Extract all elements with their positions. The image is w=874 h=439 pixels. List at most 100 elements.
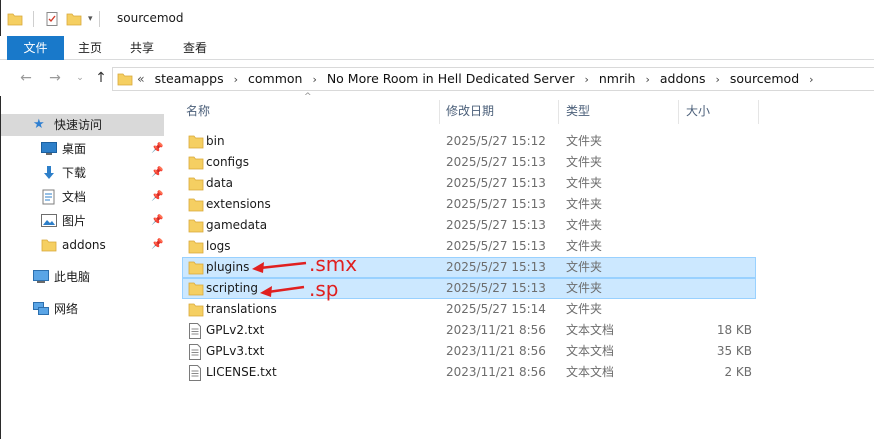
ribbon-tabs: 文件 主页 共享 查看 [0,36,874,60]
folder-icon [188,282,204,296]
customize-qat-icon[interactable]: ▾ [88,14,93,24]
pin-icon[interactable]: 📌 [151,234,163,256]
file-row-logs[interactable]: logs 2025/5/27 15:13 文件夹 [182,236,756,257]
tab-file[interactable]: 文件 [7,36,64,60]
navigation-pane: ★ 快速访问 桌面 📌 下载 📌 文档 📌 图片 📌 addons 📌 此电脑 … [0,96,170,439]
file-size: 18 KB [716,323,752,337]
file-row-gamedata[interactable]: gamedata 2025/5/27 15:13 文件夹 [182,215,756,236]
file-row-gplv2[interactable]: GPLv2.txt 2023/11/21 8:56 文本文档 18 KB [182,320,756,341]
file-name: GPLv3.txt [206,344,265,358]
file-name: extensions [206,197,271,211]
folder-icon [188,135,204,149]
sidebar-item-desktop[interactable]: 桌面 📌 [1,138,171,160]
sidebar-item-pictures[interactable]: 图片 📌 [1,210,171,232]
breadcrumb-nmrih[interactable]: nmrih [599,68,636,90]
breadcrumb-chevron-icon[interactable]: › [715,69,719,91]
file-date: 2025/5/27 15:13 [446,281,546,295]
file-date: 2025/5/27 15:13 [446,239,546,253]
file-row-bin[interactable]: bin 2025/5/27 15:12 文件夹 [182,131,756,152]
folder-icon [188,261,204,275]
file-type: 文本文档 [566,323,615,337]
download-icon [44,166,54,179]
pin-icon[interactable]: 📌 [151,162,163,184]
file-type: 文件夹 [566,239,603,253]
breadcrumb-chevron-icon[interactable]: › [584,69,588,91]
breadcrumb-nmrih-server[interactable]: No More Room in Hell Dedicated Server [327,68,575,90]
forward-arrow-icon[interactable]: → [47,70,63,86]
file-date: 2025/5/27 15:13 [446,218,546,232]
sidebar-item-addons[interactable]: addons 📌 [1,234,171,256]
tab-share[interactable]: 共享 [120,36,164,60]
file-type: 文件夹 [566,281,603,295]
sidebar-item-label: 此电脑 [54,270,91,284]
column-header-date[interactable]: 修改日期 [446,96,556,126]
column-header-size[interactable]: 大小 [686,96,756,126]
file-row-extensions[interactable]: extensions 2025/5/27 15:13 文件夹 [182,194,756,215]
file-date: 2023/11/21 8:56 [446,365,546,379]
file-date: 2025/5/27 15:12 [446,134,546,148]
breadcrumb-overflow[interactable]: « [137,68,145,90]
annotation-smx: .smx [309,252,358,276]
quick-access-toolbar: ▾ [7,9,100,29]
file-row-configs[interactable]: configs 2025/5/27 15:13 文件夹 [182,152,756,173]
tab-view[interactable]: 查看 [173,36,217,60]
text-file-icon [189,344,201,360]
file-name: LICENSE.txt [206,365,277,379]
sidebar-item-label: addons [62,238,106,252]
breadcrumb-chevron-icon[interactable]: › [234,69,238,91]
sidebar-item-label: 图片 [62,214,87,228]
star-icon: ★ [33,117,45,132]
file-row-license[interactable]: LICENSE.txt 2023/11/21 8:56 文本文档 2 KB [182,362,756,383]
file-name: bin [206,134,225,148]
file-row-gplv3[interactable]: GPLv3.txt 2023/11/21 8:56 文本文档 35 KB [182,341,756,362]
column-divider[interactable] [558,100,559,124]
pin-icon[interactable]: 📌 [151,138,163,160]
column-header-name[interactable]: 名称 [186,96,438,126]
breadcrumb-steamapps[interactable]: steamapps [155,68,224,90]
breadcrumb-chevron-icon[interactable]: › [312,69,316,91]
file-date: 2025/5/27 15:13 [446,155,546,169]
file-type: 文件夹 [566,197,603,211]
folder-icon[interactable] [7,11,23,27]
up-arrow-icon[interactable]: ↑ [93,70,109,86]
tab-home[interactable]: 主页 [68,36,112,60]
breadcrumb-sourcemod[interactable]: sourcemod [730,68,799,90]
back-arrow-icon[interactable]: ← [18,70,34,86]
breadcrumb-chevron-icon[interactable]: › [809,69,813,91]
file-name: data [206,176,234,190]
file-name: translations [206,302,277,316]
annotation-arrow [260,285,305,297]
column-divider[interactable] [758,100,759,124]
sidebar-item-label: 网络 [54,302,79,316]
new-folder-icon[interactable] [66,11,82,27]
properties-icon[interactable] [44,11,60,27]
file-row-translations[interactable]: translations 2025/5/27 15:14 文件夹 [182,299,756,320]
file-type: 文件夹 [566,155,603,169]
file-size: 35 KB [716,344,752,358]
network-icon [33,302,49,315]
file-type: 文件夹 [566,134,603,148]
breadcrumb-chevron-icon[interactable]: › [645,69,649,91]
sidebar-item-quick-access[interactable]: ★ 快速访问 [1,114,164,136]
breadcrumb-common[interactable]: common [248,68,302,90]
separator [33,11,34,27]
folder-icon [41,239,57,252]
sidebar-item-network[interactable]: 网络 [1,298,171,320]
sidebar-item-this-pc[interactable]: 此电脑 [1,266,171,288]
recent-locations-icon[interactable]: ⌄ [72,70,88,86]
file-name: GPLv2.txt [206,323,265,337]
file-date: 2025/5/27 15:13 [446,260,546,274]
address-bar[interactable]: « steamapps › common › No More Room in H… [112,67,874,91]
pictures-icon [41,214,57,227]
pin-icon[interactable]: 📌 [151,186,163,208]
file-type: 文件夹 [566,260,603,274]
column-divider[interactable] [678,100,679,124]
breadcrumb-addons[interactable]: addons [660,68,706,90]
sidebar-item-documents[interactable]: 文档 📌 [1,186,171,208]
column-divider[interactable] [439,100,440,124]
column-header-type[interactable]: 类型 [566,96,676,126]
file-name: logs [206,239,231,253]
sidebar-item-downloads[interactable]: 下载 📌 [1,162,171,184]
pin-icon[interactable]: 📌 [151,210,163,232]
file-row-data[interactable]: data 2025/5/27 15:13 文件夹 [182,173,756,194]
